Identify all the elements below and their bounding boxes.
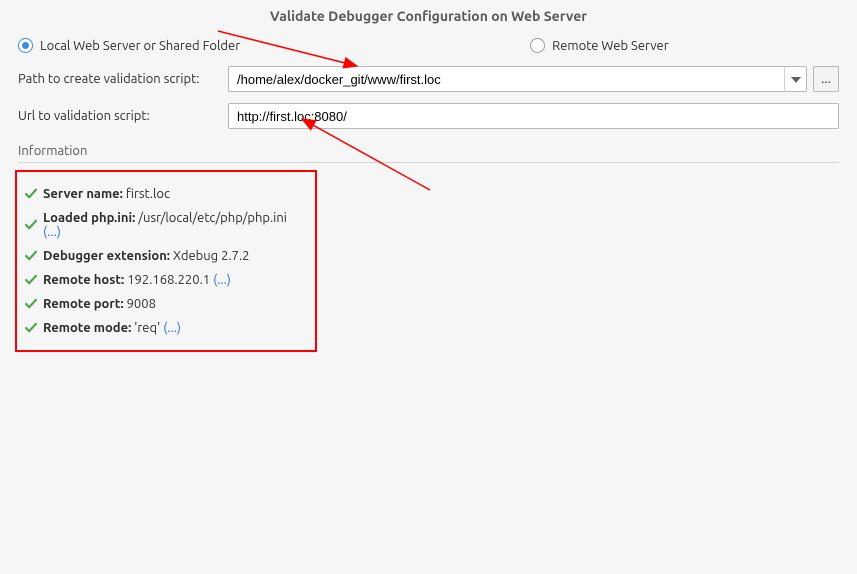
- chevron-down-icon: [791, 72, 801, 86]
- server-type-radios: Local Web Server or Shared Folder Remote…: [0, 34, 857, 63]
- check-icon: [25, 188, 37, 200]
- radio-selected-icon: [18, 38, 33, 53]
- info-item: Server name: first.loc: [23, 182, 305, 206]
- info-text: Remote host: 192.168.220.1 (...): [43, 273, 231, 287]
- check-icon: [25, 274, 37, 286]
- info-text: Remote mode: 'req' (...): [43, 321, 181, 335]
- path-dropdown-button[interactable]: [784, 67, 806, 91]
- info-more-link[interactable]: (...): [213, 273, 231, 287]
- information-heading: Information: [18, 144, 839, 158]
- remote-server-label: Remote Web Server: [552, 39, 669, 53]
- info-key: Loaded php.ini:: [43, 211, 135, 225]
- path-row: Path to create validation script: ...: [0, 63, 857, 95]
- check-icon: [25, 298, 37, 310]
- info-item: Debugger extension: Xdebug 2.7.2: [23, 244, 305, 268]
- url-input[interactable]: [228, 103, 839, 129]
- check-icon: [25, 219, 37, 231]
- radio-unselected-icon: [530, 38, 545, 53]
- divider: [18, 162, 839, 163]
- path-input[interactable]: [229, 67, 784, 91]
- info-value: 192.168.220.1: [124, 273, 213, 287]
- info-text: Remote port: 9008: [43, 297, 156, 311]
- check-icon: [25, 250, 37, 262]
- info-value: 9008: [124, 297, 156, 311]
- info-text: Loaded php.ini: /usr/local/etc/php/php.i…: [43, 211, 303, 239]
- info-key: Server name:: [43, 187, 123, 201]
- info-text: Server name: first.loc: [43, 187, 170, 201]
- path-combobox[interactable]: [228, 66, 807, 92]
- info-item: Remote port: 9008: [23, 292, 305, 316]
- info-key: Remote port:: [43, 297, 124, 311]
- check-icon: [25, 322, 37, 334]
- info-value: first.loc: [123, 187, 170, 201]
- info-more-link[interactable]: (...): [163, 321, 181, 335]
- info-item: Remote mode: 'req' (...): [23, 316, 305, 340]
- info-key: Remote host:: [43, 273, 124, 287]
- info-text: Debugger extension: Xdebug 2.7.2: [43, 249, 250, 263]
- path-label: Path to create validation script:: [18, 72, 220, 86]
- remote-server-radio[interactable]: Remote Web Server: [530, 38, 669, 53]
- local-server-label: Local Web Server or Shared Folder: [40, 39, 240, 53]
- info-value: 'req': [131, 321, 163, 335]
- browse-button[interactable]: ...: [813, 66, 839, 92]
- local-server-radio[interactable]: Local Web Server or Shared Folder: [18, 38, 240, 53]
- url-row: Url to validation script:: [0, 100, 857, 132]
- info-value: /usr/local/etc/php/php.ini: [135, 211, 287, 225]
- information-box: Server name: first.loc Loaded php.ini: /u…: [15, 170, 317, 352]
- url-label: Url to validation script:: [18, 109, 220, 123]
- info-value: Xdebug 2.7.2: [170, 249, 250, 263]
- info-item: Loaded php.ini: /usr/local/etc/php/php.i…: [23, 206, 305, 244]
- dialog-title: Validate Debugger Configuration on Web S…: [0, 0, 857, 34]
- info-item: Remote host: 192.168.220.1 (...): [23, 268, 305, 292]
- info-more-link[interactable]: (...): [43, 225, 61, 239]
- info-key: Remote mode:: [43, 321, 131, 335]
- info-key: Debugger extension:: [43, 249, 170, 263]
